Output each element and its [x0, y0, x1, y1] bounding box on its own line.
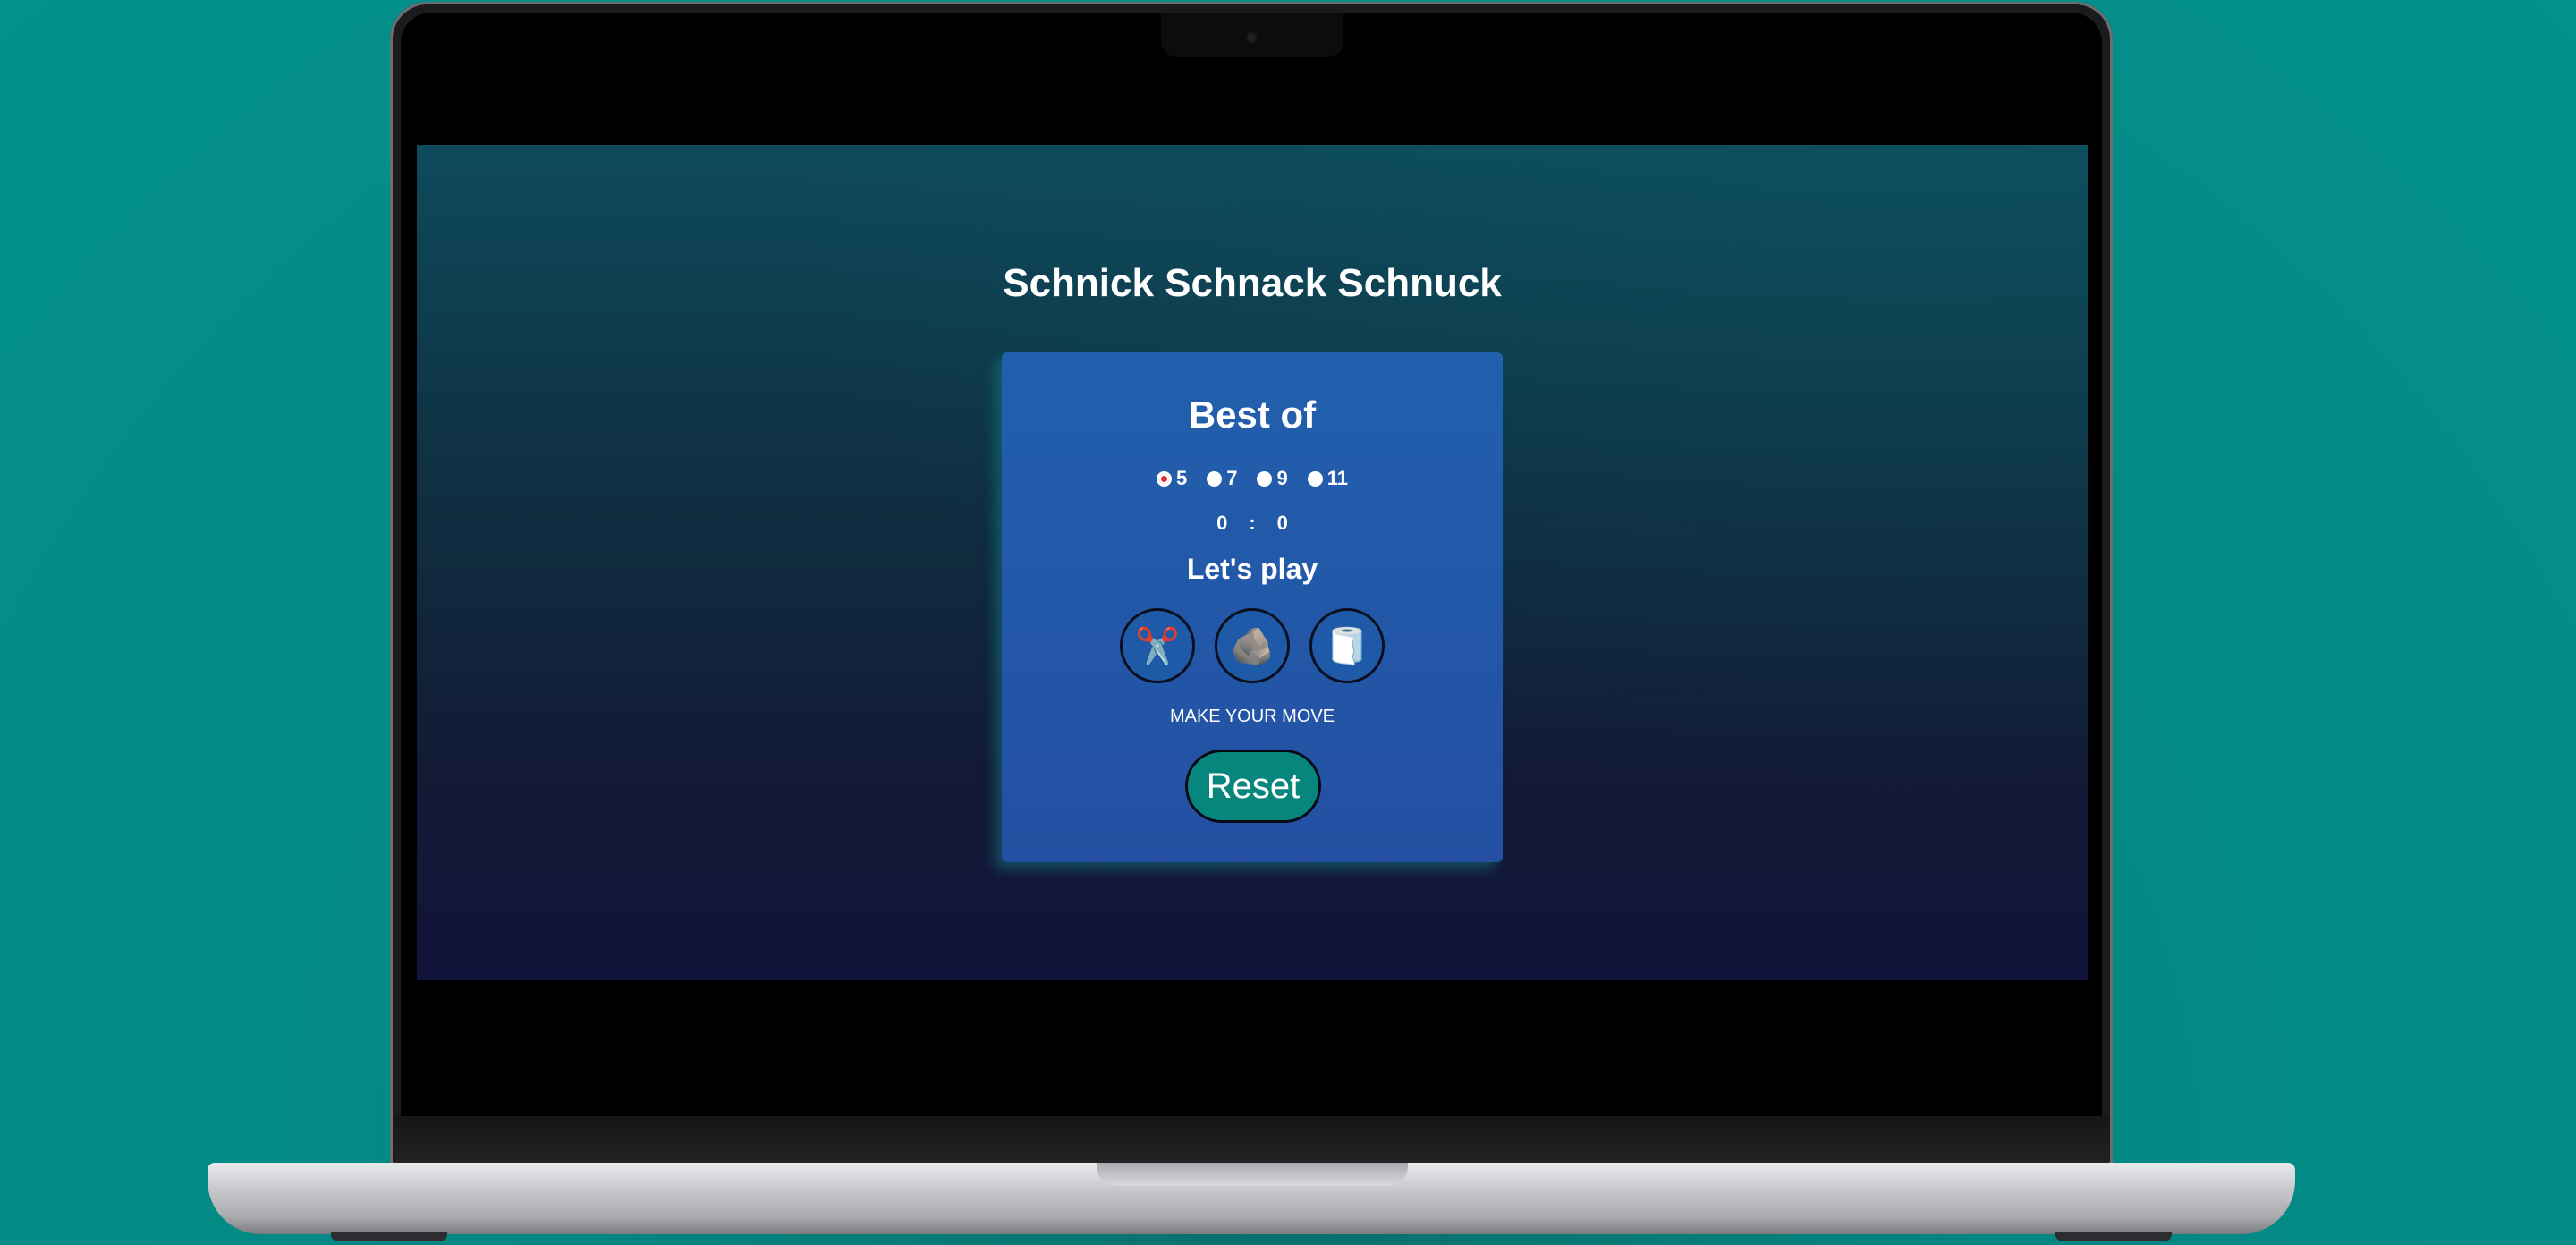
player-score: 0 [1216, 512, 1228, 534]
scoreboard: 0 : 0 [1002, 512, 1503, 535]
round-selector: 5 7 9 11 [1002, 467, 1503, 490]
round-option-label: 11 [1326, 467, 1348, 489]
rock-icon: 🪨 [1230, 626, 1275, 666]
scissors-button[interactable]: ✂️ [1120, 608, 1195, 683]
status-message: MAKE YOUR MOVE [1169, 707, 1335, 726]
score-separator: : [1249, 512, 1256, 534]
move-buttons: ✂️ 🪨 🧻 [1002, 608, 1503, 683]
reset-button[interactable]: Reset [1185, 750, 1321, 823]
round-option-11[interactable]: 11 [1307, 467, 1348, 490]
laptop-foot-right [2055, 1232, 2172, 1241]
game-card: Best of 5 7 9 11 0 : 0 Let's play ✂️ 🪨 🧻… [1002, 352, 1503, 862]
round-option-label: 9 [1276, 467, 1288, 489]
best-of-heading: Best of [1188, 394, 1317, 436]
round-option-5[interactable]: 5 [1156, 467, 1188, 490]
browser-viewport: Schnick Schnack Schnuck Best of 5 7 9 11… [417, 145, 2088, 980]
laptop-opening-notch [1097, 1163, 1408, 1186]
round-option-7[interactable]: 7 [1207, 467, 1237, 490]
radio-5[interactable] [1156, 470, 1172, 487]
round-option-label: 7 [1226, 467, 1238, 489]
radio-9[interactable] [1257, 470, 1273, 487]
paper-button[interactable]: 🧻 [1309, 608, 1385, 683]
play-prompt: Let's play [1186, 553, 1318, 585]
radio-7[interactable] [1207, 470, 1223, 487]
rock-button[interactable]: 🪨 [1215, 608, 1290, 683]
laptop-hinge [394, 1116, 2109, 1165]
page-title: Schnick Schnack Schnuck [1003, 261, 1502, 305]
scissors-icon: ✂️ [1135, 626, 1180, 666]
computer-score: 0 [1276, 512, 1288, 534]
radio-11[interactable] [1307, 470, 1323, 487]
round-option-label: 5 [1175, 467, 1188, 489]
round-option-9[interactable]: 9 [1257, 467, 1288, 490]
laptop-foot-left [331, 1232, 447, 1241]
paper-icon: 🧻 [1325, 626, 1369, 666]
camera-icon [1245, 31, 1258, 44]
